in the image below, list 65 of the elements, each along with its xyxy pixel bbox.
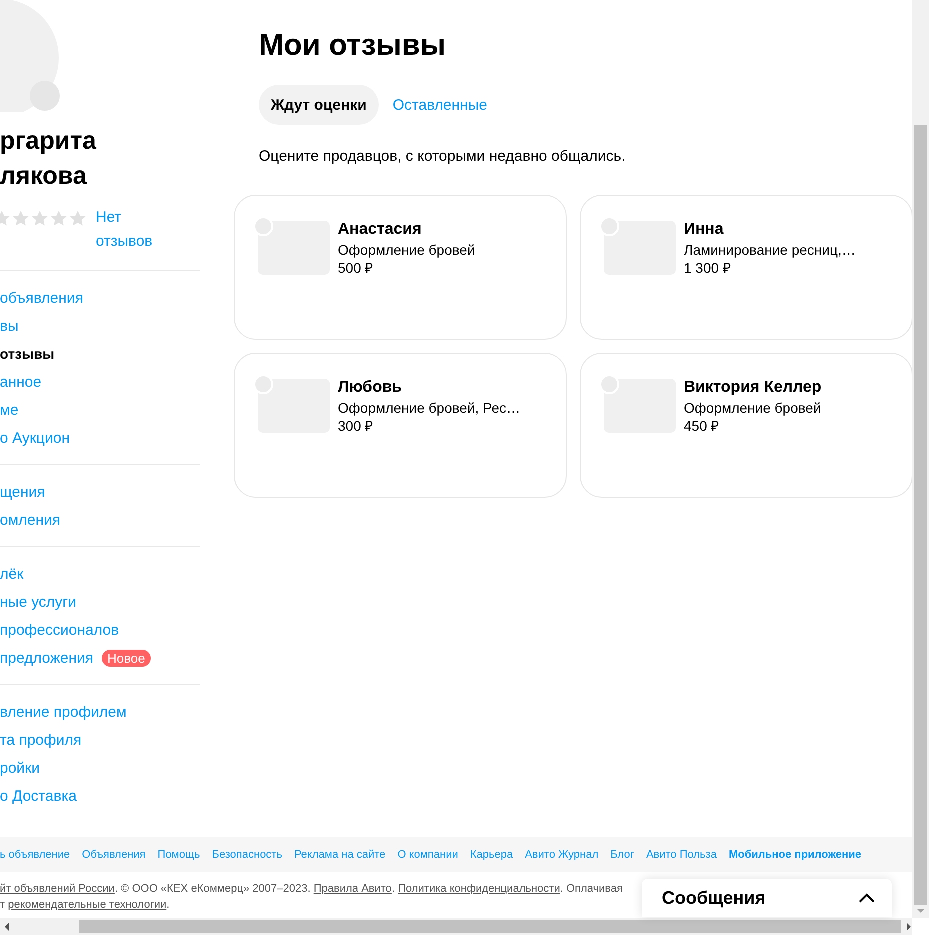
horizontal-scrollbar[interactable] (0, 918, 912, 935)
sidebar-item[interactable]: объявления (0, 290, 84, 306)
hint-text: Оцените продавцов, с которыми недавно общались. (259, 147, 627, 167)
price: 1 300 ₽ (684, 259, 732, 277)
legal-text: . (392, 883, 396, 895)
sidebar-item[interactable]: о Аукцион (0, 430, 70, 446)
footer-link[interactable]: Реклама на сайте (294, 848, 386, 860)
sidebar-item[interactable]: омления (0, 512, 61, 528)
seller-card[interactable]: Инна Ламинирование ресниц,… 1 300 ₽ (580, 195, 912, 340)
footer-link[interactable]: О компании (398, 848, 458, 860)
price: 450 ₽ (684, 417, 720, 435)
seller-card[interactable]: Анастасия Оформление бровей 500 ₽ (234, 195, 567, 340)
price: 500 ₽ (338, 259, 374, 277)
service-name: Ламинирование ресниц,… (684, 241, 856, 259)
sidebar-item[interactable]: ройки (0, 760, 40, 776)
footer-link[interactable]: ь объявление (0, 848, 70, 860)
sidebar-item[interactable]: ные услуги (0, 594, 77, 610)
profile-name: лякова (0, 161, 88, 192)
seller-card[interactable]: Любовь Оформление бровей, Рес… 300 ₽ (234, 353, 567, 498)
sidebar-item[interactable]: та профиля (0, 732, 82, 748)
sidebar-item[interactable]: вление профилем (0, 704, 127, 720)
legal-text: . Оплачивая (560, 883, 623, 895)
footer-link[interactable]: Объявления (82, 848, 146, 860)
seller-name: Любовь (338, 378, 404, 398)
tab[interactable]: Ждут оценки (259, 85, 379, 125)
sidebar-item[interactable]: вы (0, 318, 19, 334)
sidebar-item[interactable]: ме (0, 402, 19, 418)
sidebar-item[interactable]: лёк (0, 566, 24, 582)
new-badge: Новое (102, 650, 152, 666)
footer-link[interactable]: Карьера (470, 848, 514, 860)
footer-link[interactable]: Мобильное приложение (728, 848, 862, 860)
messages-title: Сообщения (662, 888, 766, 908)
sidebar-item[interactable]: профессионалов (0, 622, 120, 638)
footer-link[interactable]: Блог (610, 848, 634, 860)
footer-link[interactable]: Авито Журнал (525, 848, 599, 860)
sidebar-item[interactable]: щения (0, 484, 46, 500)
sidebar-item[interactable]: анное (0, 374, 42, 390)
sidebar-item[interactable]: отзывы (0, 346, 55, 362)
page-title: Мои отзывы (259, 28, 447, 64)
sidebar-item[interactable]: о Доставка (0, 788, 77, 804)
footer-link[interactable]: Помощь (158, 848, 200, 860)
footer-link[interactable]: Авито Польза (646, 848, 717, 860)
price: 300 ₽ (338, 417, 374, 435)
seller-name: Виктория Келлер (684, 378, 822, 398)
service-name: Оформление бровей (338, 241, 476, 259)
service-name: Оформление бровей (684, 399, 822, 417)
legal-link[interactable]: Правила Авито (314, 883, 392, 895)
legal-text: . © ООО «КЕХ eКоммерц» 2007–2023. (114, 883, 312, 895)
legal-text: т (0, 899, 6, 911)
legal-link[interactable]: рекомендательные технологии (8, 899, 167, 911)
seller-card[interactable]: Виктория Келлер Оформление бровей 450 ₽ (580, 353, 912, 498)
tab[interactable]: Оставленные (380, 85, 500, 125)
seller-name: Анастасия (338, 220, 423, 240)
legal-text: . (166, 899, 170, 911)
legal-link[interactable]: йт объявлений России (0, 883, 115, 895)
footer-link[interactable]: Безопасность (212, 848, 282, 860)
reviews-link[interactable]: Нет отзывов (96, 206, 176, 254)
service-name: Оформление бровей, Рес… (338, 399, 521, 417)
seller-name: Инна (684, 220, 725, 240)
avatar-icon (0, 0, 62, 112)
profile-name: ргарита (0, 126, 98, 157)
vertical-scrollbar[interactable] (912, 0, 929, 918)
sidebar-item[interactable]: предложения (0, 650, 94, 666)
messages-panel[interactable]: Сообщения (642, 879, 892, 917)
legal-link[interactable]: Политика конфиденциальности (398, 883, 560, 895)
